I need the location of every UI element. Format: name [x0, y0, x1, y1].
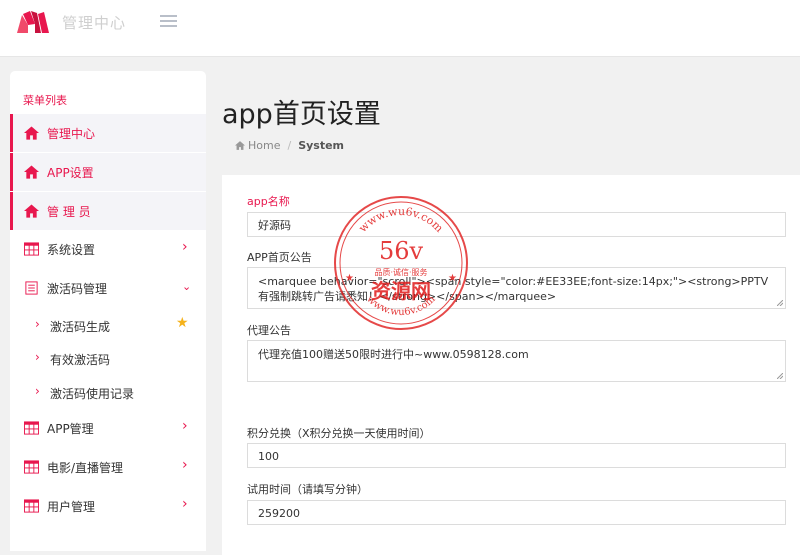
chevron-right-icon: ›	[182, 496, 188, 512]
agent-notice-text: 代理充值100赠送50限时进行中~www.0598128.com	[258, 348, 529, 361]
page-title: app首页设置	[222, 99, 381, 130]
home-icon	[235, 141, 245, 150]
settings-form: app名称 好源码 APP首页公告 <marquee behavior="scr…	[222, 175, 800, 555]
top-bar: 管理中心	[0, 0, 800, 57]
sidebar-subitem-label: 激活码使用记录	[50, 387, 135, 401]
breadcrumb: Home / System	[235, 139, 344, 152]
sidebar-item-management-center[interactable]: 管理中心	[10, 114, 206, 152]
sidebar-item-user-management[interactable]: 用户管理 ›	[10, 487, 206, 525]
sidebar-item-app-management[interactable]: APP管理 ›	[10, 409, 206, 447]
table-icon	[24, 242, 39, 256]
menu-toggle-icon[interactable]	[160, 15, 177, 29]
agent-notice-label: 代理公告	[247, 324, 291, 337]
home-icon	[24, 126, 39, 140]
points-exchange-input[interactable]: 100	[247, 443, 786, 468]
star-icon: ★	[448, 273, 457, 284]
sidebar-item-label: 激活码管理	[47, 282, 108, 296]
watermark-top-text: www.wu6v.com	[356, 205, 446, 235]
resize-handle-icon[interactable]	[777, 373, 783, 379]
breadcrumb-separator: /	[287, 139, 292, 152]
logo-icon	[17, 11, 49, 33]
chevron-right-icon: ›	[35, 350, 40, 364]
points-exchange-label: 积分兑换（X积分兑换一天使用时间）	[247, 427, 431, 440]
sidebar-item-movie-live-management[interactable]: 电影/直播管理 ›	[10, 448, 206, 486]
sidebar-item-label: 电影/直播管理	[47, 461, 124, 475]
sidebar-subitem-code-usage-log[interactable]: › 激活码使用记录	[10, 376, 206, 408]
trial-time-label: 试用时间（请填写分钟）	[247, 483, 368, 496]
sidebar-subitem-label: 有效激活码	[50, 353, 111, 367]
chevron-right-icon: ›	[35, 317, 40, 331]
brand-title: 管理中心	[62, 14, 127, 32]
chevron-right-icon: ›	[182, 418, 188, 434]
sidebar-item-admin[interactable]: 管 理 员	[10, 192, 206, 230]
sidebar-item-label: 系统设置	[47, 243, 96, 257]
sidebar: 菜单列表 管理中心 APP设置 管 理 员 系统设置 › 激活码管理 ⌄ › 激…	[10, 71, 206, 551]
sidebar-subitem-valid-codes[interactable]: › 有效激活码	[10, 342, 206, 374]
breadcrumb-current: System	[298, 139, 345, 152]
home-icon	[24, 165, 39, 179]
sidebar-item-label: APP设置	[47, 166, 94, 180]
document-icon	[25, 281, 38, 295]
app-name-input[interactable]: 好源码	[247, 212, 786, 237]
sidebar-item-label: 用户管理	[47, 500, 96, 514]
watermark-number: 56v	[379, 237, 424, 265]
chevron-right-icon: ›	[182, 457, 188, 473]
star-icon: ★	[176, 315, 189, 331]
chevron-right-icon: ›	[35, 384, 40, 398]
resize-handle-icon[interactable]	[777, 300, 783, 306]
sidebar-item-label: 管理中心	[47, 127, 96, 141]
home-icon	[24, 204, 39, 218]
watermark-name: 资源网	[371, 279, 431, 303]
sidebar-item-label: 管 理 员	[47, 205, 91, 219]
trial-time-input[interactable]: 259200	[247, 500, 786, 525]
chevron-right-icon: ›	[182, 239, 188, 255]
sidebar-title: 菜单列表	[23, 94, 67, 107]
sidebar-item-label: APP管理	[47, 422, 94, 436]
star-icon: ★	[345, 273, 354, 284]
sidebar-subitem-generate-codes[interactable]: › 激活码生成 ★	[10, 309, 206, 341]
app-name-label: app名称	[247, 195, 290, 208]
chevron-down-icon: ⌄	[182, 280, 192, 293]
watermark-slogan: 品质·诚信·服务	[374, 267, 427, 277]
svg-text:www.wu6v.com: www.wu6v.com	[356, 205, 446, 235]
sidebar-item-app-settings[interactable]: APP设置	[10, 153, 206, 191]
table-icon	[24, 460, 39, 474]
home-notice-textarea[interactable]: <marquee behavior="scroll"><span style="…	[247, 267, 786, 309]
agent-notice-textarea[interactable]: 代理充值100赠送50限时进行中~www.0598128.com	[247, 340, 786, 382]
table-icon	[24, 421, 39, 435]
sidebar-subitem-label: 激活码生成	[50, 320, 111, 334]
home-notice-label: APP首页公告	[247, 251, 312, 264]
sidebar-item-activation-code-management[interactable]: 激活码管理 ⌄	[10, 269, 206, 307]
table-icon	[24, 499, 39, 513]
breadcrumb-home-link[interactable]: Home	[248, 139, 280, 152]
watermark-stamp: www.wu6v.com 56v 品质·诚信·服务 资源网 www.wu6v.c…	[334, 196, 468, 330]
sidebar-item-system-settings[interactable]: 系统设置 ›	[10, 230, 206, 268]
